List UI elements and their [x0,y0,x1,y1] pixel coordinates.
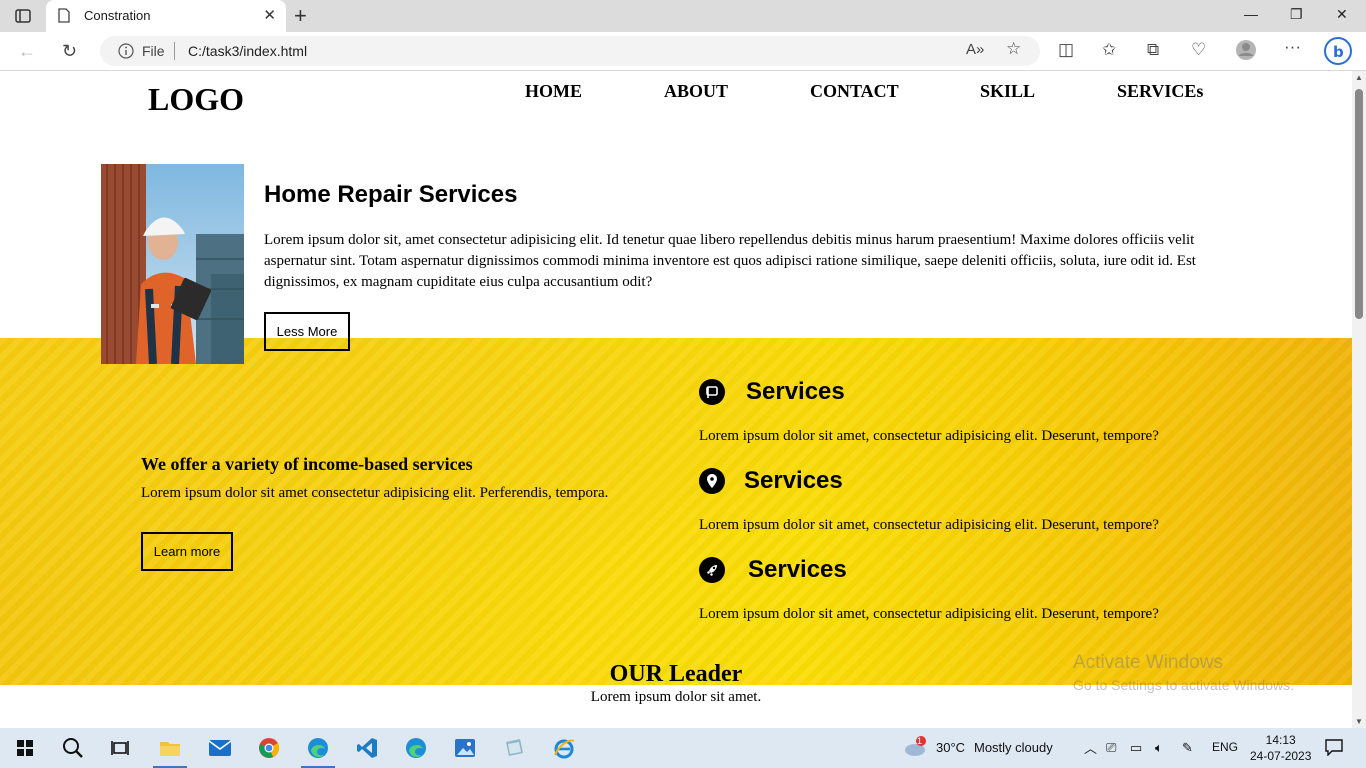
scroll-up-icon[interactable]: ▲ [1355,73,1363,82]
page-scrollbar[interactable]: ▲ ▼ [1352,71,1366,728]
file-explorer-icon[interactable] [153,736,187,768]
service-title-3: Services [748,556,847,583]
service-text-2: Lorem ipsum dolor sit amet, consectetur … [699,517,1159,533]
more-menu-icon[interactable]: ··· [1284,37,1301,57]
search-icon[interactable] [60,736,86,760]
pen-icon[interactable]: ✎ [1182,740,1193,756]
address-url[interactable]: C:/task3/index.html [188,43,307,59]
battery-icon[interactable]: ▭ [1130,740,1142,756]
bing-chat-icon[interactable]: b [1323,36,1353,71]
web-page: LOGO HOME ABOUT CONTACT SKILL SERVICEs H… [0,71,1352,728]
less-more-button[interactable]: Less More [264,312,350,351]
nav-home[interactable]: HOME [525,81,582,102]
hero-title: Home Repair Services [264,181,518,208]
favorites-icon[interactable]: ✩ [1102,40,1116,60]
photos-icon[interactable] [452,736,478,760]
nav-about[interactable]: ABOUT [664,81,728,102]
activate-windows-watermark: Activate Windows [1073,652,1223,673]
offer-title: We offer a variety of income-based servi… [141,454,473,474]
back-icon[interactable]: ← [18,41,36,62]
address-bar[interactable]: File C:/task3/index.html A» ☆ [100,36,1040,66]
windows-start-icon[interactable] [12,736,38,760]
minimize-icon[interactable]: — [1244,6,1258,22]
chevron-up-icon[interactable]: ︿ [1084,738,1097,757]
activate-windows-hint: Go to Settings to activate Windows. [1073,677,1294,693]
clock-time: 14:13 [1265,733,1296,747]
location-pin-icon [699,468,725,494]
services-section [0,338,1352,685]
edge-secondary-icon[interactable] [403,736,429,760]
weather-cloud-icon[interactable] [903,735,929,760]
service-text-1: Lorem ipsum dolor sit amet, consectetur … [699,428,1159,444]
chrome-icon[interactable] [256,736,282,760]
nav-skill[interactable]: SKILL [980,81,1035,102]
language-indicator[interactable]: ENG [1212,740,1238,754]
hero-image [101,164,244,364]
notifications-icon[interactable] [1325,738,1343,759]
scroll-thumb[interactable] [1355,89,1363,319]
service-text-3: Lorem ipsum dolor sit amet, consectetur … [699,606,1159,622]
site-logo[interactable]: LOGO [148,81,244,118]
system-clock[interactable]: 14:13 24-07-2023 [1250,732,1311,764]
windows-taskbar: 1 30°C Mostly cloudy ︿ ⎚ ▭ 🔈︎ ✎ ENG 14:1… [0,728,1366,768]
mail-icon[interactable] [207,736,233,760]
svg-text:b: b [1333,43,1344,61]
profile-avatar-icon[interactable] [1235,39,1257,66]
weather-badge: 1 [917,736,923,746]
offer-text: Lorem ipsum dolor sit amet consectetur a… [141,485,609,501]
page-icon [58,8,70,28]
collections-icon[interactable]: ⧉ [1147,40,1159,60]
address-scheme-label: File [142,43,165,59]
browser-tab-bar: Constration ✕ + — ❐ ✕ [0,0,1366,32]
new-tab-icon[interactable]: + [294,3,307,29]
vscode-icon[interactable] [354,736,380,760]
refresh-icon[interactable]: ↻ [62,41,77,62]
performance-icon[interactable]: ♡ [1191,40,1206,60]
browser-tab[interactable]: Constration ✕ [46,0,286,32]
tab-close-icon[interactable]: ✕ [263,6,276,24]
nav-services[interactable]: SERVICEs [1117,81,1203,102]
hero-text: Lorem ipsum dolor sit, amet consectetur … [264,232,1196,290]
read-aloud-icon[interactable]: A» [966,41,984,58]
meet-now-icon[interactable]: ⎚ [1106,740,1116,756]
split-screen-icon[interactable]: ◫ [1058,40,1074,60]
scroll-down-icon[interactable]: ▼ [1355,717,1363,726]
service-title-1: Services [746,378,845,405]
weather-temp[interactable]: 30°C [936,740,965,755]
edge-browser-icon[interactable] [301,736,335,768]
window-close-icon[interactable]: ✕ [1336,6,1348,23]
nav-contact[interactable]: CONTACT [810,81,899,102]
service-title-2: Services [744,467,843,494]
flag-icon [699,379,725,405]
browser-toolbar: ← ↻ File C:/task3/index.html A» ☆ ◫ ✩ ⧉ … [0,32,1366,71]
tab-actions-icon[interactable] [10,6,36,26]
app-icon[interactable] [501,736,527,760]
favorite-star-icon[interactable]: ☆ [1006,39,1021,59]
clock-date: 24-07-2023 [1250,749,1312,763]
task-view-icon[interactable] [107,736,133,760]
info-icon[interactable] [118,43,134,64]
learn-more-button[interactable]: Learn more [141,532,233,571]
volume-icon[interactable]: 🔈︎ [1155,740,1163,756]
tab-title: Constration [84,8,151,23]
internet-explorer-icon[interactable] [551,736,577,760]
address-separator [174,42,175,60]
restore-icon[interactable]: ❐ [1290,6,1303,23]
weather-desc[interactable]: Mostly cloudy [974,740,1053,755]
rocket-icon [699,557,725,583]
